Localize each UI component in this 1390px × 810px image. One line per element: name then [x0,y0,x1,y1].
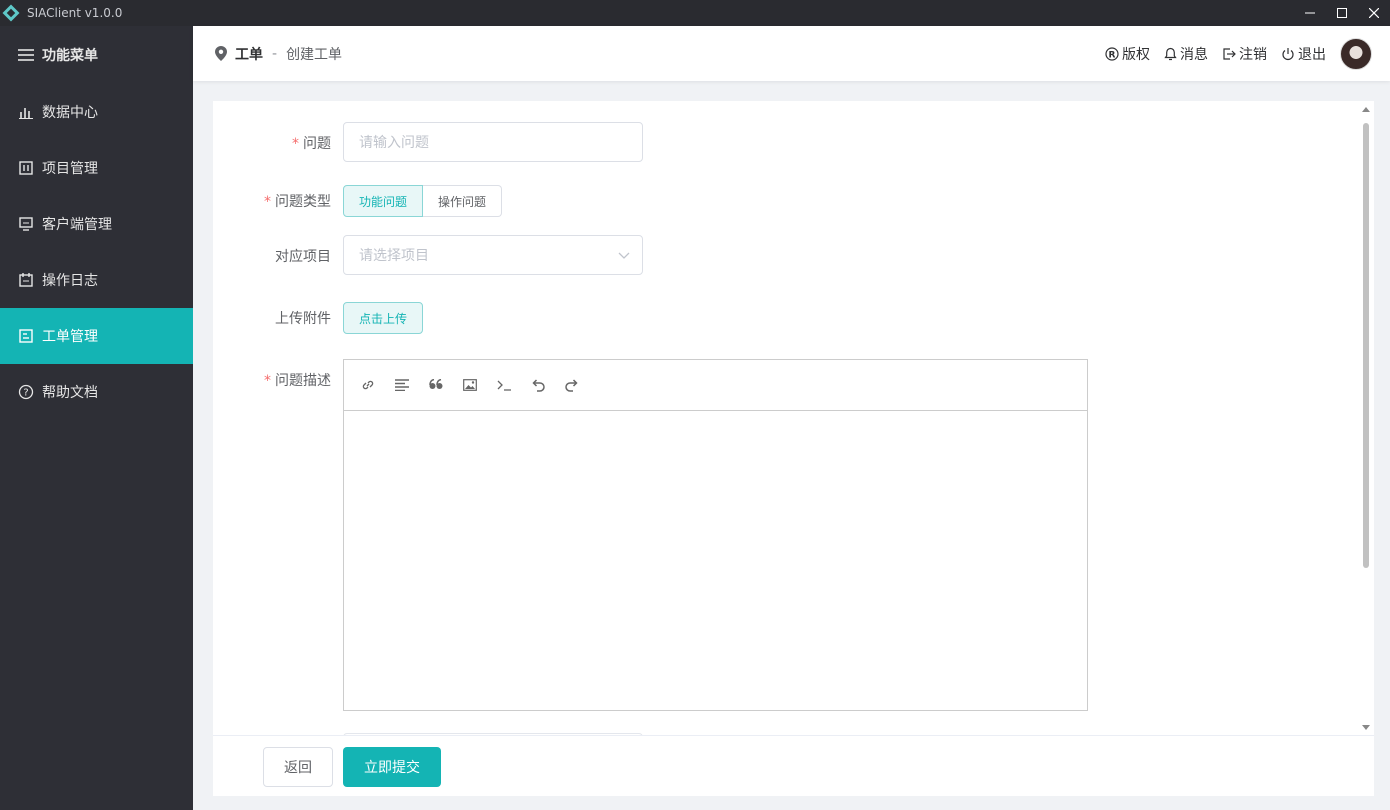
scroll-thumb[interactable] [1363,123,1369,568]
align-icon[interactable] [392,375,412,395]
question-type-label: * 问题类型 [264,194,331,210]
breadcrumb-separator: - [272,45,278,62]
menu-icon [17,46,35,64]
window-title: SIAClient v1.0.0 [27,6,123,20]
location-pin-icon [215,46,227,61]
project-placeholder: 请选择项目 [359,248,429,264]
editor-toolbar [344,360,1087,411]
maximize-icon[interactable] [1326,0,1358,26]
sidebar-item-label: 项目管理 [42,161,98,177]
breadcrumb-section[interactable]: 工单 [235,44,263,64]
minimize-icon[interactable] [1294,0,1326,26]
breadcrumb: 工单 - 创建工单 [215,44,342,64]
sidebar-item-data-center[interactable]: 数据中心 [0,84,193,140]
sidebar-item-clients[interactable]: 客户端管理 [0,196,193,252]
copyright-link[interactable]: R 版权 [1105,44,1150,64]
monitor-icon [17,215,35,233]
back-button[interactable]: 返回 [263,747,333,787]
project-select[interactable]: 请选择项目 [343,235,643,275]
description-editor [343,359,1088,711]
svg-text:?: ? [23,388,28,399]
quote-icon[interactable] [426,375,446,395]
submit-button[interactable]: 立即提交 [343,747,441,787]
log-icon [17,271,35,289]
sidebar-item-label: 数据中心 [42,105,98,121]
description-label: * 问题描述 [264,373,331,389]
link-icon[interactable] [358,375,378,395]
sidebar-item-label: 操作日志 [42,273,98,289]
sidebar-item-label: 客户端管理 [42,217,112,233]
app-logo-icon [1,3,21,23]
sidebar-item-tickets[interactable]: 工单管理 [0,308,193,364]
messages-link[interactable]: 消息 [1164,44,1208,64]
sidebar-header-label: 功能菜单 [42,48,98,64]
exit-link[interactable]: 退出 [1281,44,1326,64]
sidebar-item-label: 帮助文档 [42,385,98,401]
chevron-down-icon [618,249,630,265]
logout-link[interactable]: 注销 [1222,44,1267,64]
sidebar-item-logs[interactable]: 操作日志 [0,252,193,308]
copyright-label: 版权 [1122,46,1150,63]
sidebar: 功能菜单 数据中心 项目管理 客户端管理 操作日志 工单管理 ? 帮助文档 [0,26,193,810]
bar-chart-icon [17,103,35,121]
image-icon[interactable] [460,375,480,395]
breadcrumb-page: 创建工单 [286,46,343,63]
messages-label: 消息 [1180,46,1208,63]
scroll-up-arrow-icon[interactable] [1362,107,1370,112]
type-option-operation[interactable]: 操作问题 [423,185,503,217]
svg-text:R: R [1109,50,1116,60]
bell-icon [1164,47,1177,60]
code-icon[interactable] [494,375,514,395]
close-icon[interactable] [1358,0,1390,26]
question-label: * 问题 [292,136,331,152]
help-icon: ? [17,383,35,401]
page-header: 工单 - 创建工单 R 版权 消息 注销 退出 [193,26,1390,81]
question-type-radio-group: 功能问题 操作问题 [343,185,503,217]
type-option-function[interactable]: 功能问题 [343,185,424,217]
editor-content-area[interactable] [344,411,1087,710]
logout-label: 注销 [1239,46,1267,63]
scroll-down-arrow-icon[interactable] [1362,725,1370,730]
sidebar-menu-toggle[interactable]: 功能菜单 [0,26,193,84]
undo-icon[interactable] [528,375,548,395]
avatar[interactable] [1340,37,1372,70]
sidebar-item-label: 工单管理 [42,329,98,345]
project-label: 对应项目 [275,249,331,265]
ticket-form-panel: * 问题 请输入问题 * 问题类型 功能问题 操作问题 对应项目 请选择项目 上传附… [213,101,1374,796]
form-scrollbar[interactable] [1358,101,1374,735]
title-bar: SIAClient v1.0.0 [0,0,1390,26]
attachment-label: 上传附件 [275,311,331,327]
project-icon [17,159,35,177]
exit-label: 退出 [1298,46,1326,63]
question-placeholder: 请输入问题 [359,135,429,151]
power-icon [1282,47,1294,60]
sidebar-item-projects[interactable]: 项目管理 [0,140,193,196]
ticket-icon [17,327,35,345]
upload-button[interactable]: 点击上传 [343,302,424,334]
sidebar-item-help[interactable]: ? 帮助文档 [0,364,193,420]
question-input[interactable]: 请输入问题 [343,122,643,162]
logout-icon [1223,47,1236,60]
form-footer: 返回 立即提交 [213,735,1374,796]
registered-icon: R [1105,46,1119,61]
redo-icon[interactable] [562,375,582,395]
